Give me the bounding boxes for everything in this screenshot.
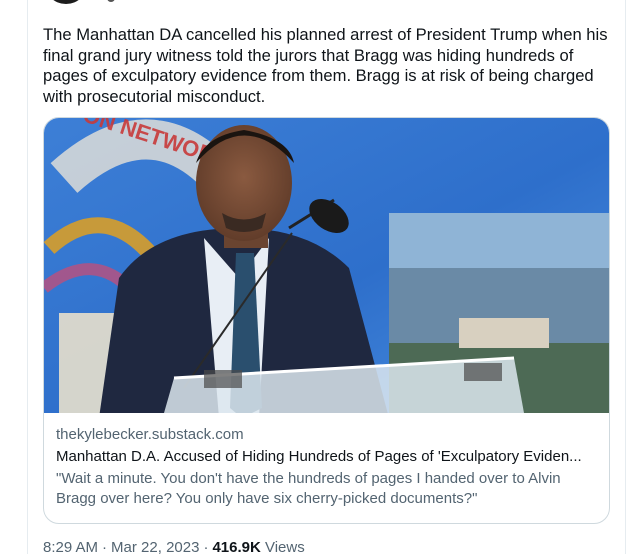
link-preview-card[interactable]: ON NETWORK thekylebecker.substack.com Ma… — [43, 117, 610, 524]
tweet-meta: 8:29 AM · Mar 22, 2023 · 416.9K Views — [43, 538, 305, 558]
separator: · — [203, 539, 209, 556]
author-name-fragment — [107, 0, 115, 2]
author-avatar[interactable] — [44, 0, 88, 4]
tweet-date[interactable]: Mar 22, 2023 — [111, 539, 199, 556]
separator: · — [102, 539, 108, 556]
card-title[interactable]: Manhattan D.A. Accused of Hiding Hundred… — [56, 447, 601, 467]
card-description[interactable]: "Wait a minute. You don't have the hundr… — [56, 469, 601, 509]
timeline-border-left — [27, 0, 28, 554]
views-label: Views — [264, 539, 305, 556]
tweet-text: The Manhattan DA cancelled his planned a… — [43, 25, 608, 106]
timeline-border-right — [625, 0, 626, 554]
views-count: 416.9K — [212, 539, 261, 556]
card-domain[interactable]: thekylebecker.substack.com — [56, 425, 601, 445]
tweet-time[interactable]: 8:29 AM — [43, 539, 98, 556]
card-image[interactable]: ON NETWORK — [44, 118, 609, 413]
card-meta[interactable]: thekylebecker.substack.com Manhattan D.A… — [56, 425, 601, 509]
